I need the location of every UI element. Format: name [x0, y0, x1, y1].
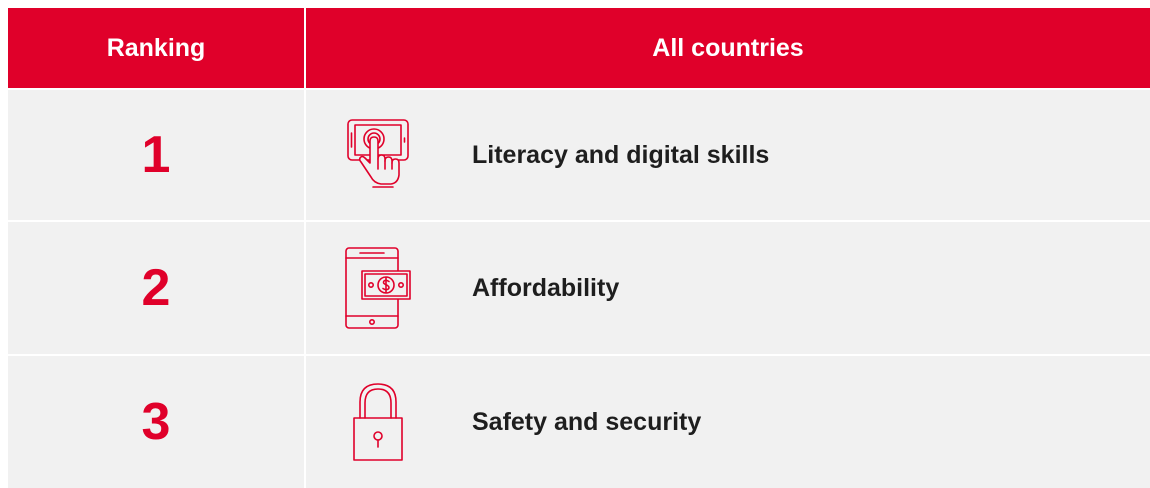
barrier-label: Affordability — [472, 273, 620, 302]
phone-money-icon — [340, 246, 416, 330]
rank-number: 1 — [8, 90, 306, 220]
padlock-icon — [340, 380, 416, 464]
table-row: 3 Safety and security — [8, 354, 1150, 488]
barrier-cell: Safety and security — [306, 356, 1150, 488]
table-row: 1 Literacy and digital skills — [8, 88, 1150, 220]
barrier-label: Literacy and digital skills — [472, 140, 770, 169]
ranking-table: Ranking All countries 1 Literacy and dig… — [8, 8, 1150, 488]
all-countries-column-header: All countries — [652, 33, 804, 62]
rank-number: 3 — [8, 356, 306, 488]
rank-number: 2 — [8, 222, 306, 354]
table-header: Ranking All countries — [8, 8, 1150, 88]
table-row: 2 Affordability — [8, 220, 1150, 354]
ranking-column-header: Ranking — [8, 8, 306, 88]
touchscreen-hand-icon — [340, 113, 416, 197]
barrier-label: Safety and security — [472, 407, 702, 436]
barrier-cell: Literacy and digital skills — [306, 90, 1150, 220]
barrier-cell: Affordability — [306, 222, 1150, 354]
